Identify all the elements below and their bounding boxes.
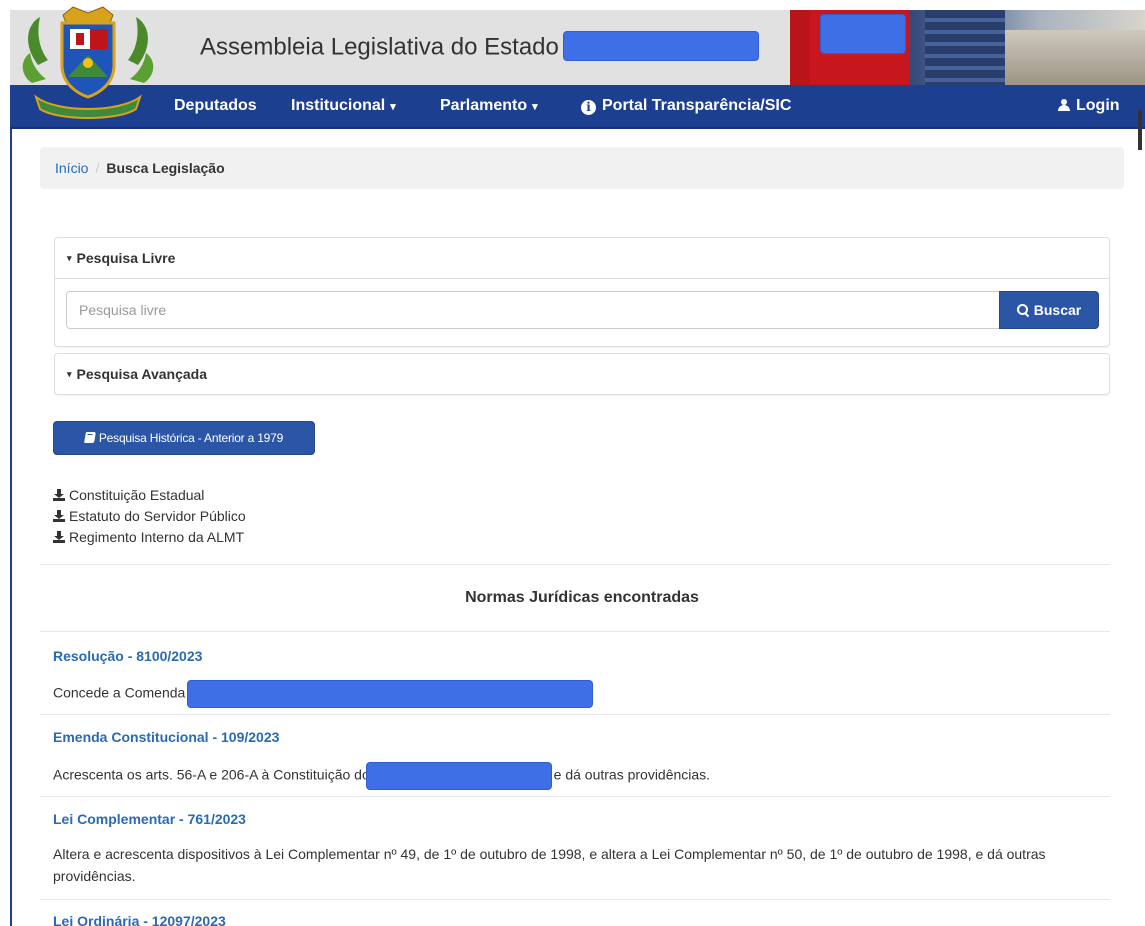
caret-down-icon: ▾ <box>67 369 72 379</box>
free-search-toggle[interactable]: ▾ Pesquisa Livre <box>55 238 1109 278</box>
caret-down-icon: ▾ <box>67 253 72 263</box>
advanced-search-toggle[interactable]: ▾ Pesquisa Avançada <box>55 354 1109 394</box>
search-icon <box>1016 304 1029 316</box>
divider <box>40 714 1110 715</box>
download-links: Constituição Estadual Estatuto do Servid… <box>53 485 246 548</box>
breadcrumb-separator: / <box>95 160 100 176</box>
redacted-block <box>562 31 759 61</box>
coat-of-arms-logo[interactable] <box>18 5 158 123</box>
login-link[interactable]: Login <box>1058 85 1120 129</box>
site-header: Assembleia Legislativa do Estado <box>10 10 1145 85</box>
book-icon <box>83 432 96 443</box>
search-button[interactable]: Buscar <box>999 291 1099 329</box>
download-constituicao-link[interactable]: Constituição Estadual <box>53 485 246 506</box>
main-navbar: Deputados Institucional ▾ Parlamento ▾ i Po… <box>10 85 1145 129</box>
redacted-block <box>820 14 906 54</box>
redacted-block <box>365 762 552 790</box>
divider <box>40 796 1110 797</box>
breadcrumb-current: Busca Legislação <box>106 160 225 176</box>
info-icon: i <box>581 100 596 115</box>
download-icon <box>53 510 65 522</box>
nav-parlamento[interactable]: Parlamento ▾ <box>440 85 538 129</box>
breadcrumb: Início / Busca Legislação <box>40 147 1124 189</box>
result-title-link[interactable]: Resolução - 8100/2023 <box>53 648 202 664</box>
user-icon <box>1058 99 1070 111</box>
breadcrumb-home-link[interactable]: Início <box>55 160 88 176</box>
download-icon <box>53 489 65 501</box>
chevron-down-icon: ▾ <box>390 101 396 113</box>
divider <box>40 899 1110 900</box>
redacted-block <box>187 680 594 708</box>
search-input[interactable] <box>66 291 1000 329</box>
nav-institucional[interactable]: Institucional ▾ <box>291 85 396 129</box>
result-description: Altera e acrescenta dispositivos à Lei C… <box>53 846 1046 884</box>
download-icon <box>53 531 65 543</box>
site-title: Assembleia Legislativa do Estado <box>200 31 759 63</box>
advanced-search-panel: ▾ Pesquisa Avançada <box>54 353 1110 395</box>
result-title-link[interactable]: Lei Ordinária - 12097/2023 <box>53 913 226 926</box>
nav-portal-transparencia[interactable]: i Portal Transparência/SIC <box>581 85 791 129</box>
result-description: Concede a Comenda <box>53 680 594 708</box>
results-heading: Normas Jurídicas encontradas <box>465 589 699 606</box>
result-title-link[interactable]: Emenda Constitucional - 109/2023 <box>53 729 279 745</box>
nav-deputados[interactable]: Deputados <box>174 85 257 129</box>
download-regimento-link[interactable]: Regimento Interno da ALMT <box>53 527 246 548</box>
download-estatuto-link[interactable]: Estatuto do Servidor Público <box>53 506 246 527</box>
result-description: Acrescenta os arts. 56-A e 206-A à Const… <box>53 762 710 790</box>
historic-search-button[interactable]: Pesquisa Histórica - Anterior a 1979 <box>53 421 315 455</box>
result-title-link[interactable]: Lei Complementar - 761/2023 <box>53 811 246 827</box>
divider <box>40 631 1110 632</box>
free-search-panel: ▾Pesquisa Livre Buscar <box>54 237 1110 347</box>
divider <box>40 564 1110 565</box>
chevron-down-icon: ▾ <box>532 101 538 113</box>
